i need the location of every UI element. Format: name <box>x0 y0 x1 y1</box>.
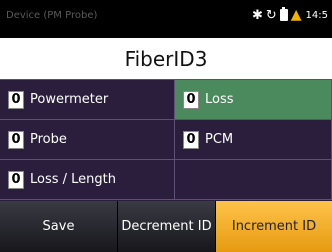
loss-length-count: 0 <box>8 170 24 189</box>
bluetooth-icon: ✱ <box>251 7 263 23</box>
loss-length-counter[interactable]: 0 Loss / Length <box>0 160 175 200</box>
loss-counter[interactable]: 0 Loss <box>175 80 332 120</box>
decrement-id-button[interactable]: Decrement ID <box>118 201 216 252</box>
loss-length-label: Loss / Length <box>30 172 116 187</box>
empty-cell <box>175 160 332 200</box>
pcm-count: 0 <box>183 130 199 149</box>
probe-count: 0 <box>8 130 24 149</box>
probe-counter[interactable]: 0 Probe <box>0 120 175 160</box>
powermeter-count: 0 <box>8 90 24 109</box>
save-button[interactable]: Save <box>0 201 118 252</box>
page-title: FiberID3 <box>0 38 332 80</box>
status-icons: ✱ ↻ ▲ 14:5 <box>252 6 328 24</box>
status-bar: Device (PM Probe) ✱ ↻ ▲ 14:5 <box>0 0 332 38</box>
powermeter-counter[interactable]: 0 Powermeter <box>0 80 175 120</box>
refresh-icon: ↻ <box>265 7 277 23</box>
loss-label: Loss <box>205 92 234 107</box>
warning-icon: ▲ <box>290 7 302 23</box>
increment-id-button[interactable]: Increment ID <box>216 201 332 252</box>
powermeter-label: Powermeter <box>30 92 109 107</box>
pcm-label: PCM <box>205 132 234 147</box>
pcm-counter[interactable]: 0 PCM <box>175 120 332 160</box>
probe-label: Probe <box>30 132 67 147</box>
battery-icon <box>279 7 288 21</box>
clock: 14:5 <box>305 9 328 21</box>
softkey-bar: Save Decrement ID Increment ID <box>0 201 332 252</box>
device-label: Device (PM Probe) <box>6 10 98 21</box>
counter-grid: 0 Powermeter 0 Loss 0 Probe 0 PCM 0 Loss… <box>0 80 332 201</box>
loss-count: 0 <box>183 90 199 109</box>
